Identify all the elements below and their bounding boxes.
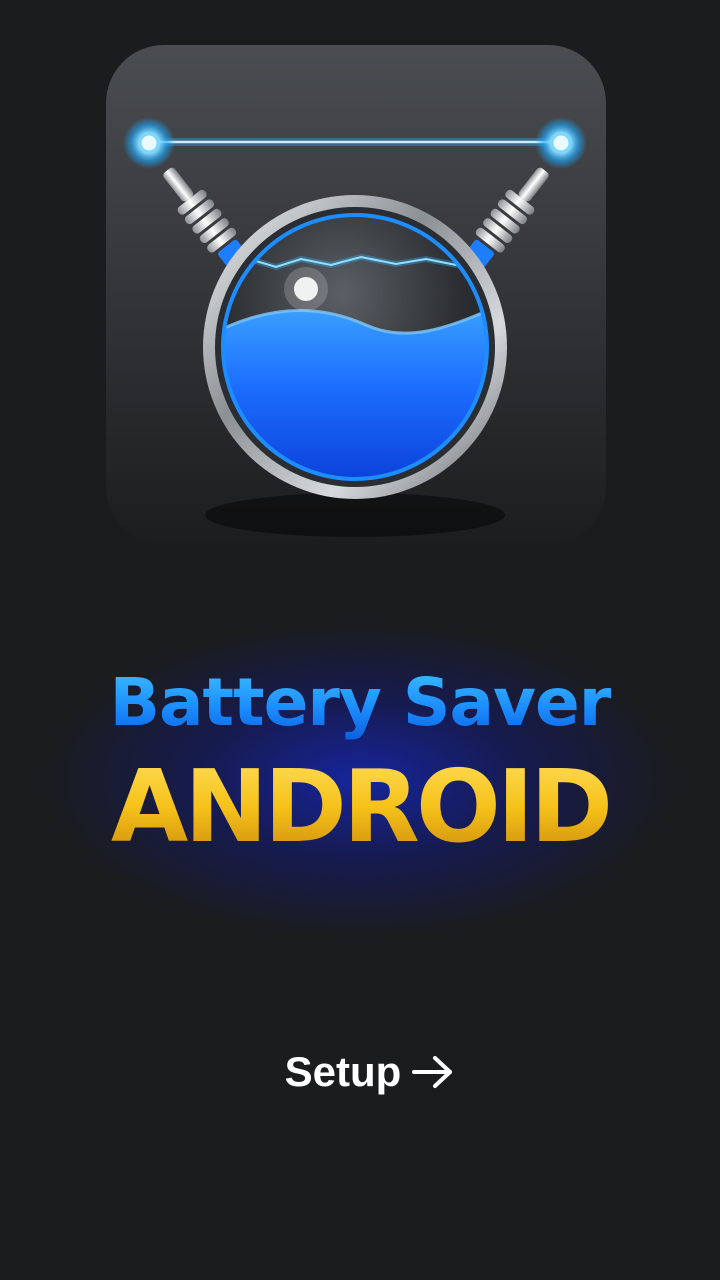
app-title-line2: ANDROID: [0, 748, 720, 865]
setup-label: Setup: [284, 1048, 402, 1095]
splash-screen: Battery Saver ANDROID Setup: [0, 0, 720, 1280]
app-title-line1: Battery Saver: [0, 664, 720, 741]
battery-orb-logo-icon: [123, 117, 587, 537]
arrow-right-icon: [411, 1055, 455, 1089]
setup-button[interactable]: Setup: [270, 1040, 470, 1104]
app-logo: [106, 45, 606, 545]
